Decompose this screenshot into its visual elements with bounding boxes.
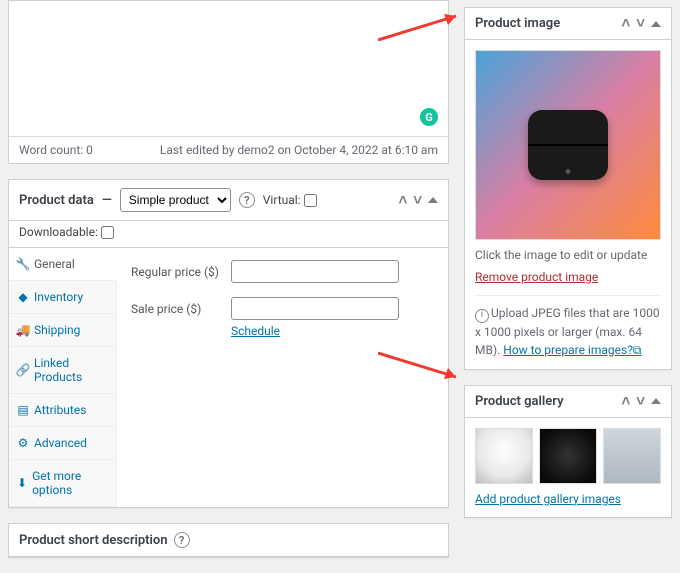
toggle-panel-icon[interactable]: [428, 197, 438, 203]
download-icon: ⬇: [17, 476, 27, 490]
info-icon: i: [475, 309, 489, 323]
product-data-title: Product data: [19, 193, 94, 208]
regular-price-input[interactable]: [231, 260, 399, 283]
tab-shipping[interactable]: 🚚Shipping: [9, 314, 116, 347]
edit-image-hint: Click the image to edit or update: [475, 248, 661, 262]
help-icon[interactable]: ?: [239, 192, 255, 208]
grammarly-icon[interactable]: G: [420, 108, 438, 126]
word-count: Word count: 0: [19, 143, 93, 157]
upload-info: iUpload JPEG files that are 1000 x 1000 …: [475, 295, 661, 359]
help-icon[interactable]: ?: [174, 532, 190, 548]
move-up-icon[interactable]: ˄: [621, 16, 630, 31]
move-up-icon[interactable]: ˄: [398, 193, 407, 208]
main-editor-panel: G Word count: 0 Last edited by demo2 on …: [8, 0, 449, 164]
regular-price-label: Regular price ($): [131, 265, 231, 279]
product-image-panel: Product image ˄ ˅ Click the image to edi…: [464, 7, 672, 370]
link-icon: 🔗: [17, 363, 29, 377]
gallery-thumb-3[interactable]: [603, 428, 661, 484]
move-down-icon[interactable]: ˅: [636, 16, 645, 31]
how-to-prepare-link[interactable]: How to prepare images?⧉: [503, 343, 641, 357]
truck-icon: 🚚: [17, 323, 29, 337]
list-icon: ▤: [17, 403, 29, 417]
product-image-preview[interactable]: [475, 50, 661, 240]
last-edited: Last edited by demo2 on October 4, 2022 …: [160, 143, 438, 157]
product-data-panel: Product data — Simple product ? Virtual:…: [8, 179, 449, 508]
inventory-icon: ◆: [17, 290, 29, 304]
wrench-icon: 🔧: [17, 257, 29, 271]
schedule-link[interactable]: Schedule: [231, 324, 280, 338]
tab-linked-products[interactable]: 🔗Linked Products: [9, 347, 116, 394]
gallery-thumb-2[interactable]: [539, 428, 597, 484]
gear-icon: ⚙: [17, 436, 29, 450]
product-gallery-title: Product gallery: [475, 394, 564, 409]
move-down-icon[interactable]: ˅: [413, 193, 422, 208]
product-gallery-panel: Product gallery ˄ ˅ Add product gallery …: [464, 385, 672, 518]
move-down-icon[interactable]: ˅: [636, 394, 645, 409]
sale-price-label: Sale price ($): [131, 302, 231, 316]
editor-status-bar: Word count: 0 Last edited by demo2 on Oc…: [9, 136, 448, 163]
product-type-select[interactable]: Simple product: [120, 188, 231, 212]
toggle-panel-icon[interactable]: [651, 398, 661, 404]
product-data-tabs: 🔧General ◆Inventory 🚚Shipping 🔗Linked Pr…: [9, 248, 117, 507]
gallery-thumb-1[interactable]: [475, 428, 533, 484]
tab-attributes[interactable]: ▤Attributes: [9, 394, 116, 427]
tab-advanced[interactable]: ⚙Advanced: [9, 427, 116, 460]
tab-inventory[interactable]: ◆Inventory: [9, 281, 116, 314]
remove-product-image-link[interactable]: Remove product image: [475, 270, 598, 284]
short-description-panel: Product short description ?: [8, 523, 449, 558]
move-up-icon[interactable]: ˄: [621, 394, 630, 409]
editor-content-area[interactable]: G: [9, 1, 448, 136]
short-desc-title: Product short description: [19, 533, 168, 548]
product-data-fields: Regular price ($) Sale price ($) Schedul…: [117, 248, 448, 507]
add-gallery-images-link[interactable]: Add product gallery images: [475, 492, 621, 506]
virtual-checkbox[interactable]: [304, 194, 317, 207]
downloadable-checkbox-wrap[interactable]: Downloadable:: [19, 225, 438, 239]
downloadable-checkbox[interactable]: [101, 226, 114, 239]
gallery-thumbnails: [475, 428, 661, 484]
toggle-panel-icon[interactable]: [651, 21, 661, 27]
sale-price-input[interactable]: [231, 297, 399, 320]
external-link-icon: ⧉: [633, 343, 642, 357]
virtual-checkbox-wrap[interactable]: Virtual:: [263, 193, 317, 207]
tab-get-more[interactable]: ⬇Get more options: [9, 460, 116, 507]
tab-general[interactable]: 🔧General: [9, 248, 117, 281]
product-image-title: Product image: [475, 16, 560, 31]
earbud-case-image: [528, 110, 608, 180]
